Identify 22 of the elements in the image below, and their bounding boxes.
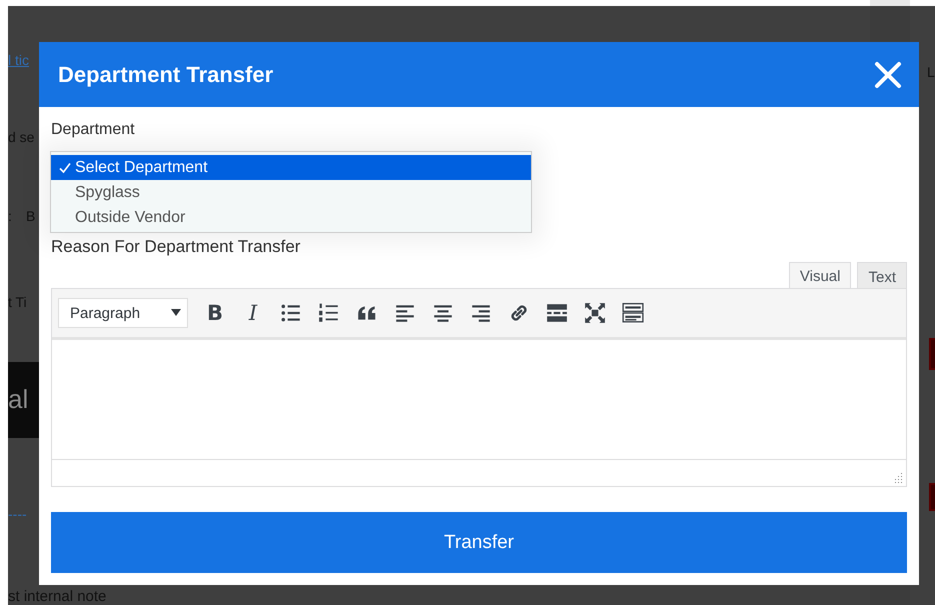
dropdown-option[interactable]: Outside Vendor: [51, 205, 531, 230]
fullscreen-icon[interactable]: [584, 302, 606, 324]
format-select[interactable]: Paragraph: [58, 298, 188, 328]
editor-tab[interactable]: Visual: [788, 262, 852, 288]
read-more-icon[interactable]: [546, 302, 568, 324]
caret-icon: [171, 309, 181, 317]
page-text: :: [8, 208, 12, 224]
reason-label: Reason For Department Transfer: [51, 237, 302, 257]
department-label: Department: [51, 121, 136, 139]
editor-tab[interactable]: Text: [857, 262, 907, 288]
numbered-list-icon[interactable]: [318, 302, 340, 324]
dropdown-option[interactable]: Select Department: [51, 155, 531, 180]
check-icon: [59, 162, 71, 174]
italic-button[interactable]: I: [242, 301, 264, 325]
keyboard-icon[interactable]: [622, 302, 644, 324]
close-icon[interactable]: [873, 60, 903, 90]
bold-button[interactable]: B: [204, 301, 226, 325]
bullet-list-icon[interactable]: [280, 302, 302, 324]
banner-text: al: [8, 384, 28, 415]
dialog-title: Department Transfer: [58, 62, 274, 88]
transfer-button[interactable]: Transfer: [51, 512, 907, 573]
dropdown-option[interactable]: Spyglass: [51, 180, 531, 205]
